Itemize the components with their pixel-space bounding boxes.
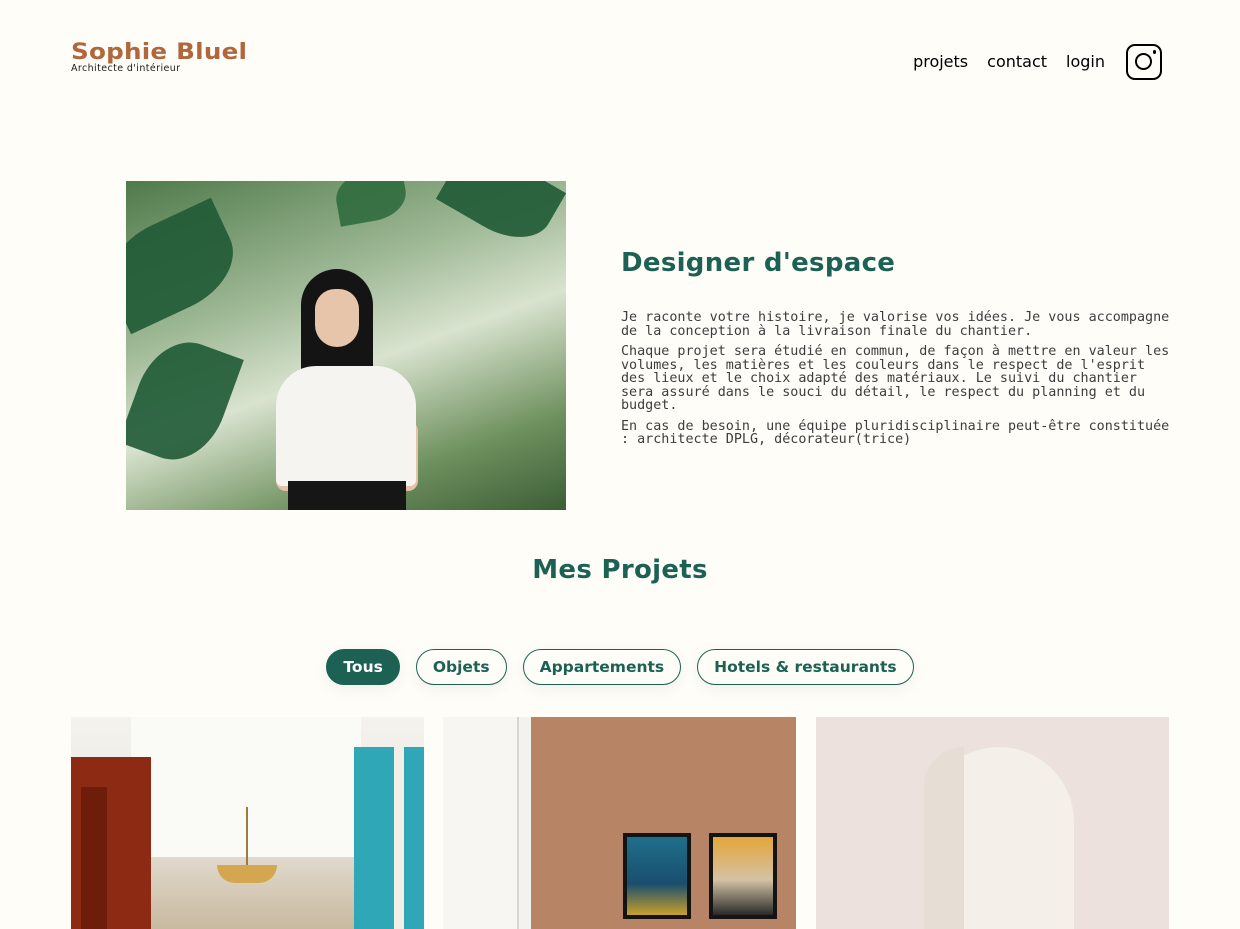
- painting-frame: [709, 833, 777, 919]
- nav-link-contact[interactable]: contact: [987, 42, 1047, 82]
- project-card[interactable]: [816, 717, 1169, 929]
- instagram-lens: [1135, 53, 1152, 70]
- project-image-lamp-cord: [246, 807, 248, 867]
- intro-title: Designer d'espace: [621, 248, 896, 278]
- intro-paragraph: Chaque projet sera étudié en commun, de …: [621, 344, 1170, 413]
- project-image-column: [394, 747, 404, 929]
- portrait-shirt: [276, 366, 416, 486]
- logo[interactable]: Sophie Bluel Architecte d'intérieur: [71, 40, 247, 74]
- portrait-photo: [126, 181, 566, 510]
- intro-paragraph: Je raconte votre histoire, je valorise v…: [621, 310, 1170, 339]
- project-image-door: [443, 717, 519, 929]
- projects-title: Mes Projets: [532, 555, 708, 585]
- project-card[interactable]: [443, 717, 796, 929]
- site-header: Sophie Bluel Architecte d'intérieur proj…: [0, 0, 1240, 120]
- main-nav: projets contact login: [913, 42, 1162, 82]
- nav-link-projets[interactable]: projets: [913, 42, 968, 82]
- instagram-icon[interactable]: [1126, 44, 1162, 80]
- project-image-shadow: [924, 747, 964, 929]
- filter-tous-button[interactable]: Tous: [326, 649, 400, 685]
- chandelier-icon: [217, 865, 277, 883]
- portrait-skirt: [288, 481, 406, 510]
- portrait-face: [315, 289, 359, 347]
- painting-canvas: [627, 837, 687, 915]
- instagram-flash: [1152, 50, 1156, 54]
- project-image-wall: [354, 747, 424, 929]
- filter-appartements-button[interactable]: Appartements: [522, 649, 682, 685]
- leaf-shape: [435, 181, 566, 254]
- painting-canvas: [713, 837, 773, 915]
- project-card[interactable]: [71, 717, 424, 929]
- intro-paragraph: En cas de besoin, une équipe pluridiscip…: [621, 418, 1170, 447]
- project-image-door: [81, 787, 107, 929]
- filter-hotels-restaurants-button[interactable]: Hotels & restaurants: [697, 649, 914, 685]
- logo-name: Sophie Bluel: [71, 40, 248, 65]
- intro-text: Je raconte votre histoire, je valorise v…: [621, 311, 1176, 454]
- project-filters: Tous Objets Appartements Hotels & restau…: [0, 649, 1240, 685]
- leaf-shape: [126, 329, 244, 473]
- painting-frame: [623, 833, 691, 919]
- nav-link-login[interactable]: login: [1066, 42, 1105, 82]
- filter-objets-button[interactable]: Objets: [415, 649, 507, 685]
- leaf-shape: [126, 197, 249, 335]
- leaf-shape: [332, 181, 410, 227]
- project-gallery: [71, 717, 1170, 929]
